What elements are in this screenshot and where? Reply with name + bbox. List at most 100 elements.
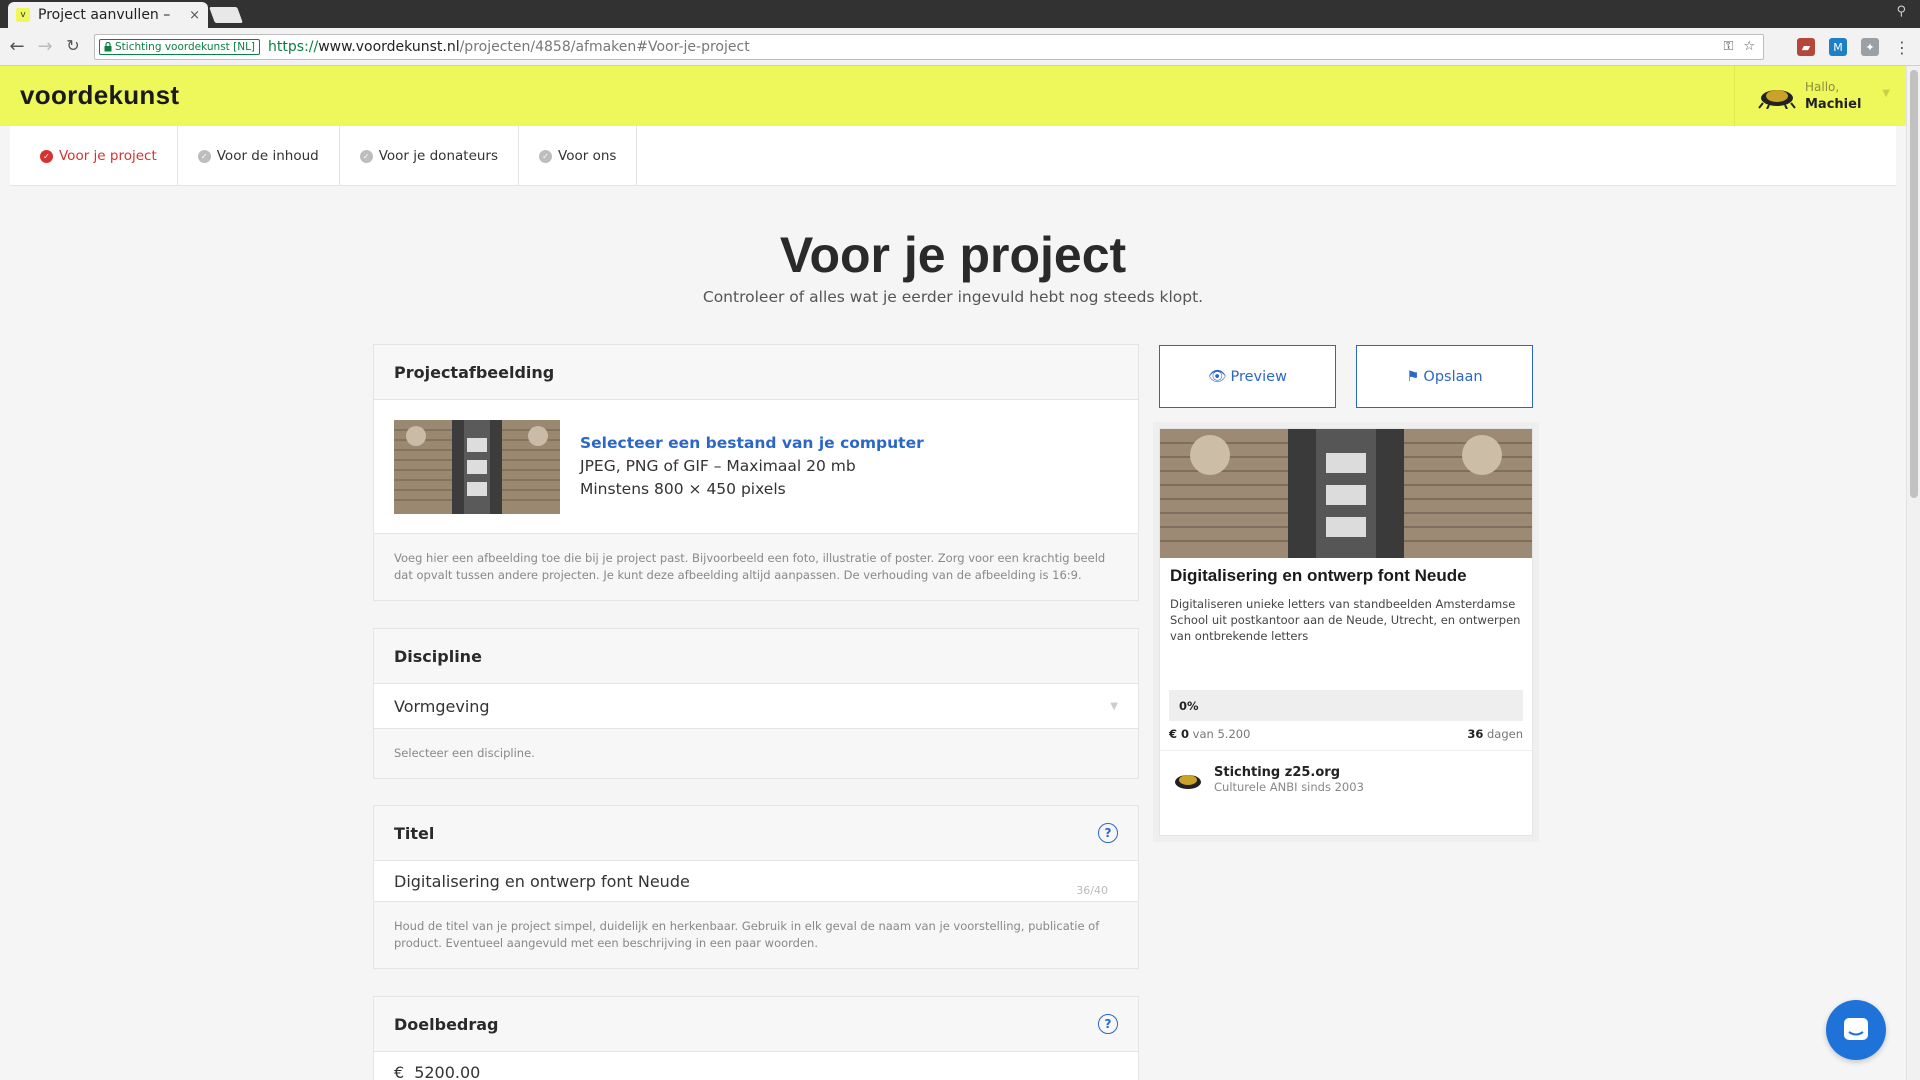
save-icon: ⚑ xyxy=(1406,368,1420,385)
key-icon[interactable]: ⚿ xyxy=(1723,39,1733,54)
lock-icon xyxy=(104,42,112,52)
organisation-avatar xyxy=(1175,774,1201,789)
chrome-menu-icon[interactable]: ⋮ xyxy=(1893,38,1911,57)
tab-voor-je-project[interactable]: ✓ Voor je project xyxy=(10,126,178,186)
image-upload-row: Selecteer een bestand van je computer JP… xyxy=(394,400,1118,533)
page-title: Voor je project xyxy=(779,227,1127,283)
chat-launcher-button[interactable] xyxy=(1826,1000,1886,1060)
days-remaining: 36 xyxy=(1467,727,1484,741)
bookmark-star-icon[interactable]: ☆ xyxy=(1743,39,1755,54)
forward-arrow-icon[interactable]: → xyxy=(34,36,56,57)
panel-hint: Houd de titel van je project simpel, dui… xyxy=(394,919,1100,950)
preview-label: Preview xyxy=(1230,368,1287,385)
chat-icon xyxy=(1844,1018,1868,1040)
user-avatar xyxy=(1758,90,1796,109)
browser-toolbar: ← → ↻ Stichting voordekunst [NL] https:/… xyxy=(0,28,1920,66)
tab-label: Voor ons xyxy=(558,148,617,164)
browser-tabbar: v Project aanvullen – × ⚲ xyxy=(0,0,1920,28)
user-menu[interactable]: Hallo, Machiel ▼ xyxy=(1734,66,1906,126)
panel-hint: Voeg hier een afbeelding toe die bij je … xyxy=(394,551,1106,582)
url-scheme: https:// xyxy=(268,39,319,55)
extension-briefcase-icon[interactable]: ▰ xyxy=(1797,38,1815,56)
raised-amount: € 0 xyxy=(1169,727,1190,741)
panel-titel: Titel ? Digitalisering en ontwerp font N… xyxy=(373,805,1139,969)
card-project-image xyxy=(1160,429,1532,558)
extension-m-icon[interactable]: M xyxy=(1829,38,1847,56)
card-organisation: Stichting z25.org Culturele ANBI sinds 2… xyxy=(1160,751,1532,808)
save-button[interactable]: ⚑ Opslaan xyxy=(1356,345,1533,408)
window-user-icon[interactable]: ⚲ xyxy=(1896,4,1906,19)
url-host: www.voordekunst.nl xyxy=(318,39,460,55)
panel-heading: Doelbedrag ? xyxy=(374,997,1138,1052)
step-navigation: ✓ Voor je project ✓ Voor de inhoud ✓ Voo… xyxy=(10,126,1896,186)
tab-title: Project aanvullen – xyxy=(38,7,171,23)
page-scrollbar[interactable] xyxy=(1906,66,1920,1080)
check-icon: ✓ xyxy=(197,149,211,163)
check-icon: ✓ xyxy=(359,149,373,163)
project-image-thumbnail[interactable] xyxy=(394,419,560,514)
panel-heading: Projectafbeelding xyxy=(374,345,1138,400)
goal-amount-value: 5200.00 xyxy=(414,1062,481,1080)
panel-title: Doelbedrag xyxy=(394,1014,499,1034)
discipline-select[interactable]: Vormgeving ▼ xyxy=(394,684,1118,728)
check-icon: ✓ xyxy=(40,149,53,163)
panel-doelbedrag: Doelbedrag ? € 5200.00 xyxy=(373,996,1139,1080)
card-stats: € 0 van 5.200 36 dagen xyxy=(1160,721,1532,751)
panel-title: Titel xyxy=(394,823,435,843)
organisation-subtitle: Culturele ANBI sinds 2003 xyxy=(1214,780,1364,794)
address-bar[interactable]: Stichting voordekunst [NL] https://www.v… xyxy=(94,34,1764,60)
user-greeting: Hallo, xyxy=(1805,80,1840,94)
file-formats-text: JPEG, PNG of GIF – Maximaal 20 mb xyxy=(580,457,856,475)
chevron-down-icon: ▼ xyxy=(1110,700,1118,712)
title-input-value: Digitalisering en ontwerp font Neude xyxy=(394,871,690,891)
tab-label: Voor de inhoud xyxy=(216,148,319,164)
extension-icons: ▰ M ✦ ⋮ xyxy=(1797,38,1911,57)
card-description: Digitaliseren unieke letters van standbe… xyxy=(1170,597,1521,643)
secure-certificate-badge[interactable]: Stichting voordekunst [NL] xyxy=(99,39,261,55)
title-input[interactable]: Digitalisering en ontwerp font Neude 36/… xyxy=(394,861,1118,901)
select-file-link[interactable]: Selecteer een bestand van je computer xyxy=(580,432,924,455)
help-icon[interactable]: ? xyxy=(1098,1014,1118,1034)
page-subtitle: Controleer of alles wat je eerder ingevu… xyxy=(702,288,1204,306)
new-tab-button[interactable] xyxy=(209,7,243,23)
project-image xyxy=(394,419,560,514)
user-name: Machiel xyxy=(1805,97,1862,112)
tab-voor-je-donateurs[interactable]: ✓ Voor je donateurs xyxy=(340,126,520,186)
min-size-text: Minstens 800 × 450 pixels xyxy=(580,480,786,498)
raised-target: van 5.200 xyxy=(1192,727,1251,741)
scrollbar-thumb[interactable] xyxy=(1910,70,1918,498)
browser-tab[interactable]: v Project aanvullen – × xyxy=(8,2,208,28)
organisation-name[interactable]: Stichting z25.org xyxy=(1214,765,1364,780)
site-logo[interactable]: voordekunst xyxy=(20,80,179,111)
chevron-down-icon: ▼ xyxy=(1882,88,1890,99)
tab-label: Voor je donateurs xyxy=(378,148,499,164)
tab-voor-de-inhoud[interactable]: ✓ Voor de inhoud xyxy=(178,126,340,186)
back-arrow-icon[interactable]: ← xyxy=(6,36,28,57)
extension-puzzle-icon[interactable]: ✦ xyxy=(1861,38,1879,56)
goal-amount-input[interactable]: € 5200.00 xyxy=(394,1052,1118,1080)
progress-label: 0% xyxy=(1179,698,1199,713)
url-path: /projecten/4858/afmaken#Voor-je-project xyxy=(459,39,750,55)
funding-progress-bar: 0% xyxy=(1169,690,1523,721)
panel-title: Discipline xyxy=(394,646,482,666)
panel-title: Projectafbeelding xyxy=(394,362,555,382)
card-image xyxy=(1160,429,1532,558)
eye-icon: 👁 xyxy=(1208,369,1227,385)
tab-close-icon[interactable]: × xyxy=(189,8,200,23)
panel-heading: Discipline xyxy=(374,629,1138,684)
save-label: Opslaan xyxy=(1423,368,1483,385)
help-icon[interactable]: ? xyxy=(1098,823,1118,843)
currency-symbol: € xyxy=(394,1062,405,1080)
preview-button[interactable]: 👁 Preview xyxy=(1159,345,1336,408)
panel-hint: Selecteer een discipline. xyxy=(394,746,535,760)
panel-heading: Titel ? xyxy=(374,806,1138,861)
char-counter: 36/40 xyxy=(1076,884,1108,897)
panel-discipline: Discipline Vormgeving ▼ Selecteer een di… xyxy=(373,628,1139,779)
reload-icon[interactable]: ↻ xyxy=(62,36,84,55)
project-preview-card: Digitalisering en ontwerp font Neude Dig… xyxy=(1159,428,1533,836)
tab-voor-ons[interactable]: ✓ Voor ons xyxy=(519,126,638,186)
tab-label: Voor je project xyxy=(59,148,157,164)
site-favicon-icon: v xyxy=(16,8,30,22)
card-title[interactable]: Digitalisering en ontwerp font Neude xyxy=(1160,558,1532,586)
check-icon: ✓ xyxy=(539,149,553,163)
